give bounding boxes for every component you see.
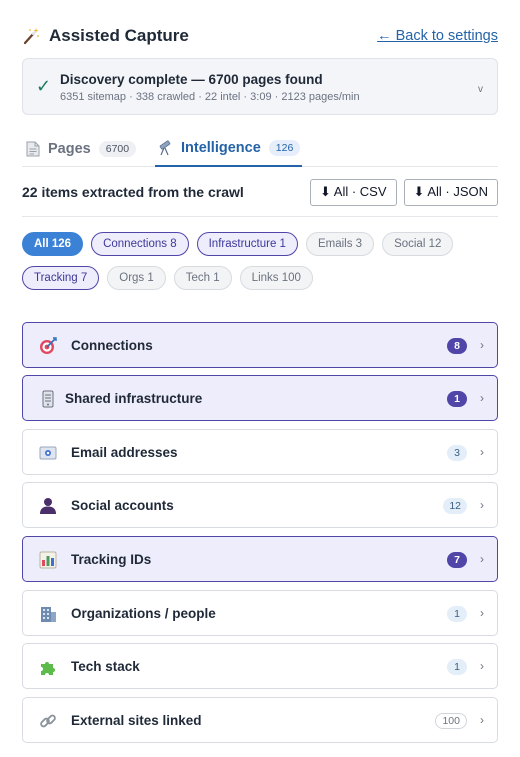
category-count: 12 <box>443 498 467 514</box>
category-label: Organizations / people <box>71 606 216 621</box>
tab-pages[interactable]: Pages 6700 <box>26 130 137 167</box>
category-count: 7 <box>447 552 467 568</box>
category-row-tech-stack[interactable]: Tech stack 1 › <box>22 643 498 689</box>
category-count: 1 <box>447 391 467 407</box>
category-label: External sites linked <box>71 713 202 728</box>
category-count: 8 <box>447 338 467 354</box>
tab-pages-label: Pages <box>48 140 91 157</box>
divider <box>22 216 498 217</box>
header: Assisted Capture ← Back to settings <box>22 22 498 50</box>
chevron-right-icon: › <box>480 391 484 405</box>
category-count: 3 <box>447 445 467 461</box>
chevron-right-icon: › <box>480 552 484 566</box>
discovery-status-panel[interactable]: ✓ Discovery complete — 6700 pages found … <box>22 58 498 115</box>
filter-chip-infrastructure[interactable]: Infrastructure 1 <box>196 232 298 256</box>
tab-intelligence-label: Intelligence <box>181 139 261 156</box>
bar-chart-icon <box>39 551 57 569</box>
filter-chip-orgs[interactable]: Orgs 1 <box>107 266 166 290</box>
person-icon <box>39 497 57 515</box>
back-to-settings-link[interactable]: ← Back to settings <box>377 28 498 44</box>
chevron-right-icon: › <box>480 445 484 459</box>
filter-chip-links[interactable]: Links 100 <box>239 266 313 290</box>
document-icon <box>26 141 40 156</box>
envelope-icon <box>39 444 57 462</box>
tab-pages-count: 6700 <box>98 140 137 157</box>
category-row-organizations-people[interactable]: Organizations / people 1 › <box>22 590 498 636</box>
export-csv-button[interactable]: ⬇ All · CSV <box>310 178 397 206</box>
category-label: Email addresses <box>71 445 178 460</box>
category-row-social-accounts[interactable]: Social accounts 12 › <box>22 482 498 528</box>
category-count: 100 <box>435 713 467 729</box>
filter-chip-tech[interactable]: Tech 1 <box>173 266 232 290</box>
magic-wand-icon <box>23 28 39 45</box>
category-row-connections[interactable]: Connections 8 › <box>22 322 498 368</box>
results-summary: 22 items extracted from the crawl <box>22 184 244 200</box>
category-count: 1 <box>447 606 467 622</box>
status-title: Discovery complete — 6700 pages found <box>60 72 323 87</box>
category-label: Shared infrastructure <box>65 391 203 406</box>
check-icon: ✓ <box>36 76 52 96</box>
results-toolbar: 22 items extracted from the crawl ⬇ All … <box>22 178 498 206</box>
filter-chip-tracking[interactable]: Tracking 7 <box>22 266 100 290</box>
chevron-right-icon: › <box>480 659 484 673</box>
category-label: Tech stack <box>71 659 140 674</box>
chevron-right-icon: › <box>480 498 484 512</box>
category-label: Social accounts <box>71 498 174 513</box>
category-row-tracking-ids[interactable]: Tracking IDs 7 › <box>22 536 498 582</box>
filter-chip-all[interactable]: All 126 <box>22 232 84 256</box>
chevron-right-icon: › <box>480 338 484 352</box>
category-count: 1 <box>447 659 467 675</box>
title-group: Assisted Capture <box>22 26 189 46</box>
chevron-right-icon: › <box>480 713 484 727</box>
filter-chip-emails[interactable]: Emails 3 <box>305 232 375 256</box>
category-row-email-addresses[interactable]: Email addresses 3 › <box>22 429 498 475</box>
chevron-right-icon: › <box>480 606 484 620</box>
server-icon <box>39 390 57 408</box>
export-json-button[interactable]: ⬇ All · JSON <box>403 178 498 206</box>
link-icon <box>39 712 57 730</box>
telescope-icon <box>159 139 171 155</box>
category-label: Connections <box>71 338 153 353</box>
office-building-icon <box>39 605 57 623</box>
filter-chip-social[interactable]: Social 12 <box>382 232 454 256</box>
filter-chip-connections[interactable]: Connections 8 <box>91 232 189 256</box>
target-icon <box>39 337 57 355</box>
category-row-external-sites-linked[interactable]: External sites linked 100 › <box>22 697 498 743</box>
tab-intelligence[interactable]: Intelligence 126 <box>155 130 303 167</box>
page-title: Assisted Capture <box>49 26 189 45</box>
filter-chips: All 126 Connections 8 Infrastructure 1 E… <box>22 232 498 290</box>
puzzle-piece-icon <box>39 658 57 676</box>
category-label: Tracking IDs <box>71 552 152 567</box>
tab-intelligence-count: 126 <box>268 139 301 156</box>
category-row-shared-infrastructure[interactable]: Shared infrastructure 1 › <box>22 375 498 421</box>
chevron-down-icon[interactable]: v <box>478 84 483 95</box>
tab-bar: Pages 6700 Intelligence 126 <box>22 130 498 167</box>
export-buttons: ⬇ All · CSV ⬇ All · JSON <box>310 178 498 206</box>
status-stats: 6351 sitemap · 338 crawled · 22 intel · … <box>60 91 360 103</box>
